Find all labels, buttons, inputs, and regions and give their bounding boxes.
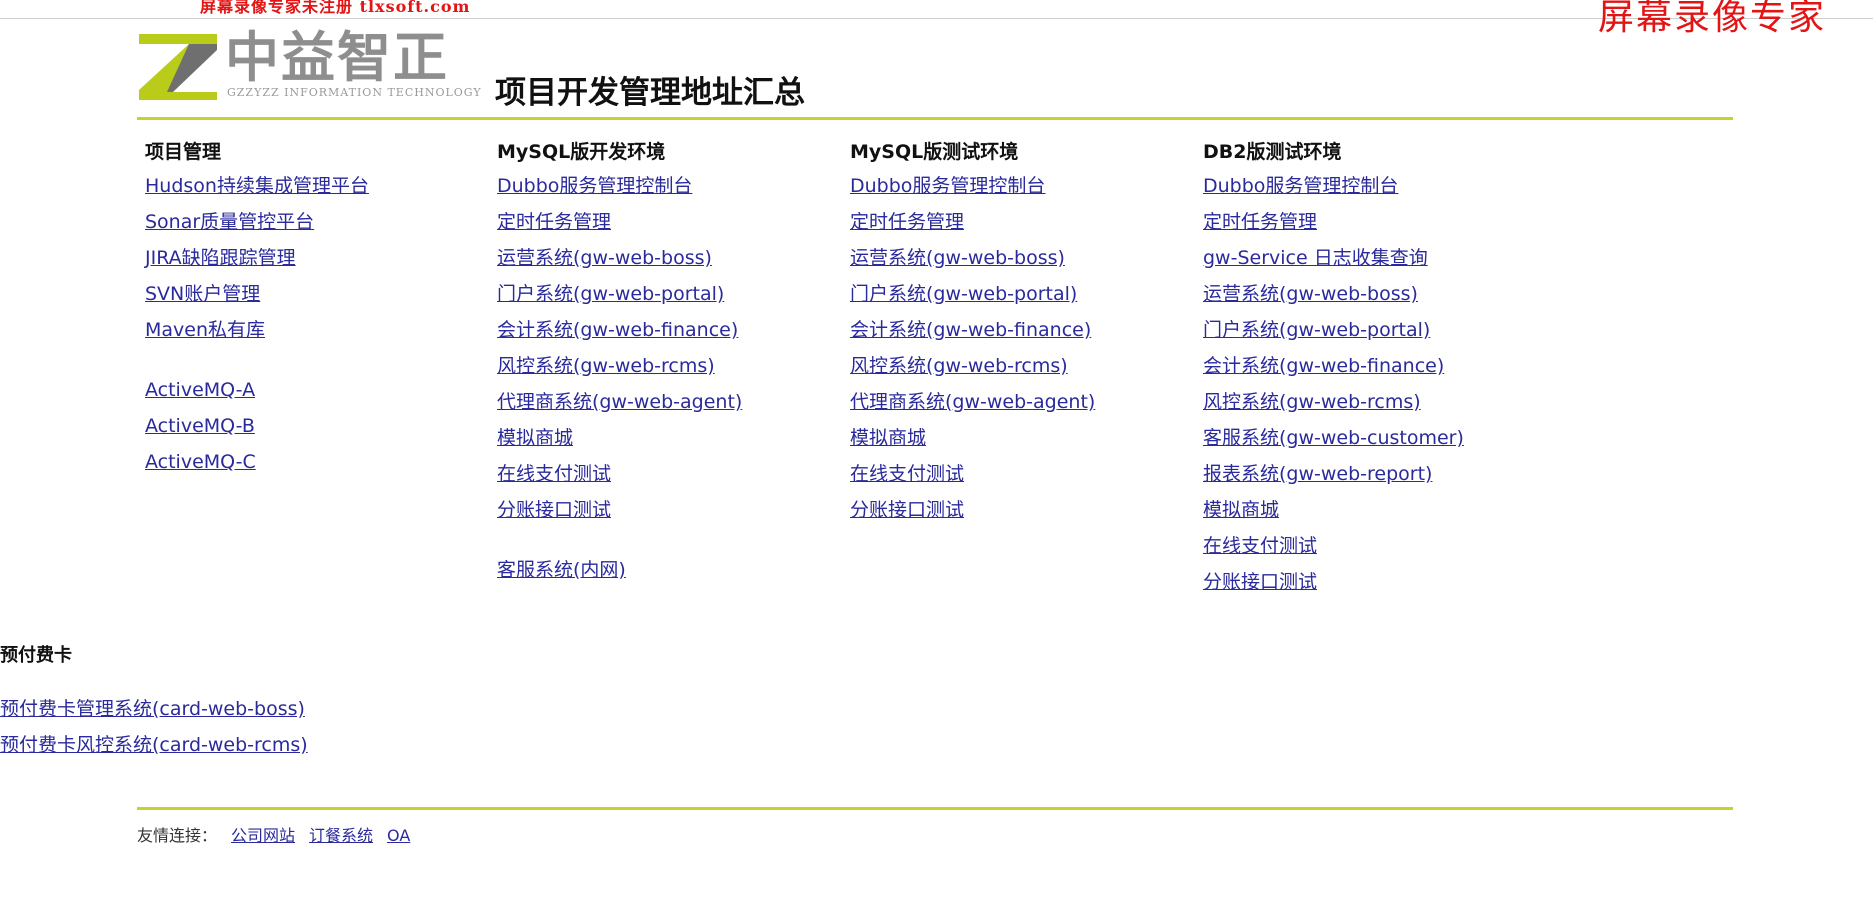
link-service-log-query[interactable]: gw-Service 日志收集查询 <box>1203 240 1543 276</box>
link-svn[interactable]: SVN账户管理 <box>145 276 485 312</box>
link-split-account-test[interactable]: 分账接口测试 <box>850 492 1190 528</box>
column-heading: 项目管理 <box>145 141 222 163</box>
header-divider <box>137 117 1733 120</box>
link-sonar[interactable]: Sonar质量管控平台 <box>145 204 485 240</box>
link-dubbo-console[interactable]: Dubbo服务管理控制台 <box>497 168 837 204</box>
company-logo: 中益智正 GZZYZZ INFORMATION TECHNOLOGY <box>137 26 481 102</box>
link-web-portal[interactable]: 门户系统(gw-web-portal) <box>850 276 1190 312</box>
link-web-report[interactable]: 报表系统(gw-web-report) <box>1203 456 1543 492</box>
link-web-portal[interactable]: 门户系统(gw-web-portal) <box>497 276 837 312</box>
column-db2-test: DB2版测试环境 Dubbo服务管理控制台 定时任务管理 gw-Service … <box>1203 136 1543 600</box>
link-split-account-test[interactable]: 分账接口测试 <box>497 492 837 528</box>
link-activemq-b[interactable]: ActiveMQ-B <box>145 408 485 444</box>
column-mysql-test: MySQL版测试环境 Dubbo服务管理控制台 定时任务管理 运营系统(gw-w… <box>850 136 1190 528</box>
link-mock-mall[interactable]: 模拟商城 <box>1203 492 1543 528</box>
link-web-finance[interactable]: 会计系统(gw-web-finance) <box>497 312 837 348</box>
link-scheduled-tasks[interactable]: 定时任务管理 <box>850 204 1190 240</box>
link-maven[interactable]: Maven私有库 <box>145 312 485 348</box>
link-web-agent[interactable]: 代理商系统(gw-web-agent) <box>850 384 1190 420</box>
link-customer-service-intranet[interactable]: 客服系统(内网) <box>497 552 837 588</box>
link-web-rcms[interactable]: 风控系统(gw-web-rcms) <box>1203 384 1543 420</box>
watermark-left: 屏幕录像专家未注册 tlxsoft.com <box>200 0 471 16</box>
link-web-finance[interactable]: 会计系统(gw-web-finance) <box>850 312 1190 348</box>
column-heading: MySQL版开发环境 <box>497 141 666 163</box>
link-card-web-rcms[interactable]: 预付费卡风控系统(card-web-rcms) <box>0 727 308 763</box>
link-online-payment-test[interactable]: 在线支付测试 <box>1203 528 1543 564</box>
link-scheduled-tasks[interactable]: 定时任务管理 <box>1203 204 1543 240</box>
link-activemq-c[interactable]: ActiveMQ-C <box>145 444 485 480</box>
column-mysql-dev: MySQL版开发环境 Dubbo服务管理控制台 定时任务管理 运营系统(gw-w… <box>497 136 837 588</box>
link-meal-ordering[interactable]: 订餐系统 <box>309 826 373 845</box>
link-web-rcms[interactable]: 风控系统(gw-web-rcms) <box>497 348 837 384</box>
footer-links: 友情连接： 公司网站 订餐系统 OA <box>137 821 410 851</box>
top-strip: 屏幕录像专家未注册 tlxsoft.com 屏幕录像专家 <box>0 0 1873 38</box>
link-web-finance[interactable]: 会计系统(gw-web-finance) <box>1203 348 1543 384</box>
link-activemq-a[interactable]: ActiveMQ-A <box>145 372 485 408</box>
link-web-agent[interactable]: 代理商系统(gw-web-agent) <box>497 384 837 420</box>
link-scheduled-tasks[interactable]: 定时任务管理 <box>497 204 837 240</box>
link-online-payment-test[interactable]: 在线支付测试 <box>497 456 837 492</box>
link-web-boss[interactable]: 运营系统(gw-web-boss) <box>1203 276 1543 312</box>
prepaid-card-links: 预付费卡管理系统(card-web-boss) 预付费卡风控系统(card-we… <box>0 691 308 763</box>
link-web-boss[interactable]: 运营系统(gw-web-boss) <box>850 240 1190 276</box>
page-title: 项目开发管理地址汇总 <box>495 75 805 111</box>
link-mock-mall[interactable]: 模拟商城 <box>497 420 837 456</box>
watermark-right: 屏幕录像专家 <box>1598 0 1827 38</box>
link-web-customer[interactable]: 客服系统(gw-web-customer) <box>1203 420 1543 456</box>
link-jira[interactable]: JIRA缺陷跟踪管理 <box>145 240 485 276</box>
logo-z-icon <box>139 34 217 100</box>
column-heading: DB2版测试环境 <box>1203 141 1342 163</box>
column-project-management: 项目管理 Hudson持续集成管理平台 Sonar质量管控平台 JIRA缺陷跟踪… <box>145 136 485 480</box>
link-dubbo-console[interactable]: Dubbo服务管理控制台 <box>1203 168 1543 204</box>
column-heading: MySQL版测试环境 <box>850 141 1019 163</box>
link-oa[interactable]: OA <box>387 826 410 845</box>
link-dubbo-console[interactable]: Dubbo服务管理控制台 <box>850 168 1190 204</box>
logo-english-name: GZZYZZ INFORMATION TECHNOLOGY <box>227 86 482 99</box>
link-web-boss[interactable]: 运营系统(gw-web-boss) <box>497 240 837 276</box>
link-hudson[interactable]: Hudson持续集成管理平台 <box>145 168 485 204</box>
link-card-web-boss[interactable]: 预付费卡管理系统(card-web-boss) <box>0 691 308 727</box>
link-online-payment-test[interactable]: 在线支付测试 <box>850 456 1190 492</box>
footer-divider <box>137 807 1733 810</box>
link-split-account-test[interactable]: 分账接口测试 <box>1203 564 1543 600</box>
link-web-portal[interactable]: 门户系统(gw-web-portal) <box>1203 312 1543 348</box>
logo-chinese-name: 中益智正 <box>225 26 449 89</box>
footer-label: 友情连接： <box>137 826 218 845</box>
link-company-website[interactable]: 公司网站 <box>231 826 295 845</box>
prepaid-card-heading: 预付费卡 <box>0 645 72 666</box>
link-web-rcms[interactable]: 风控系统(gw-web-rcms) <box>850 348 1190 384</box>
link-mock-mall[interactable]: 模拟商城 <box>850 420 1190 456</box>
